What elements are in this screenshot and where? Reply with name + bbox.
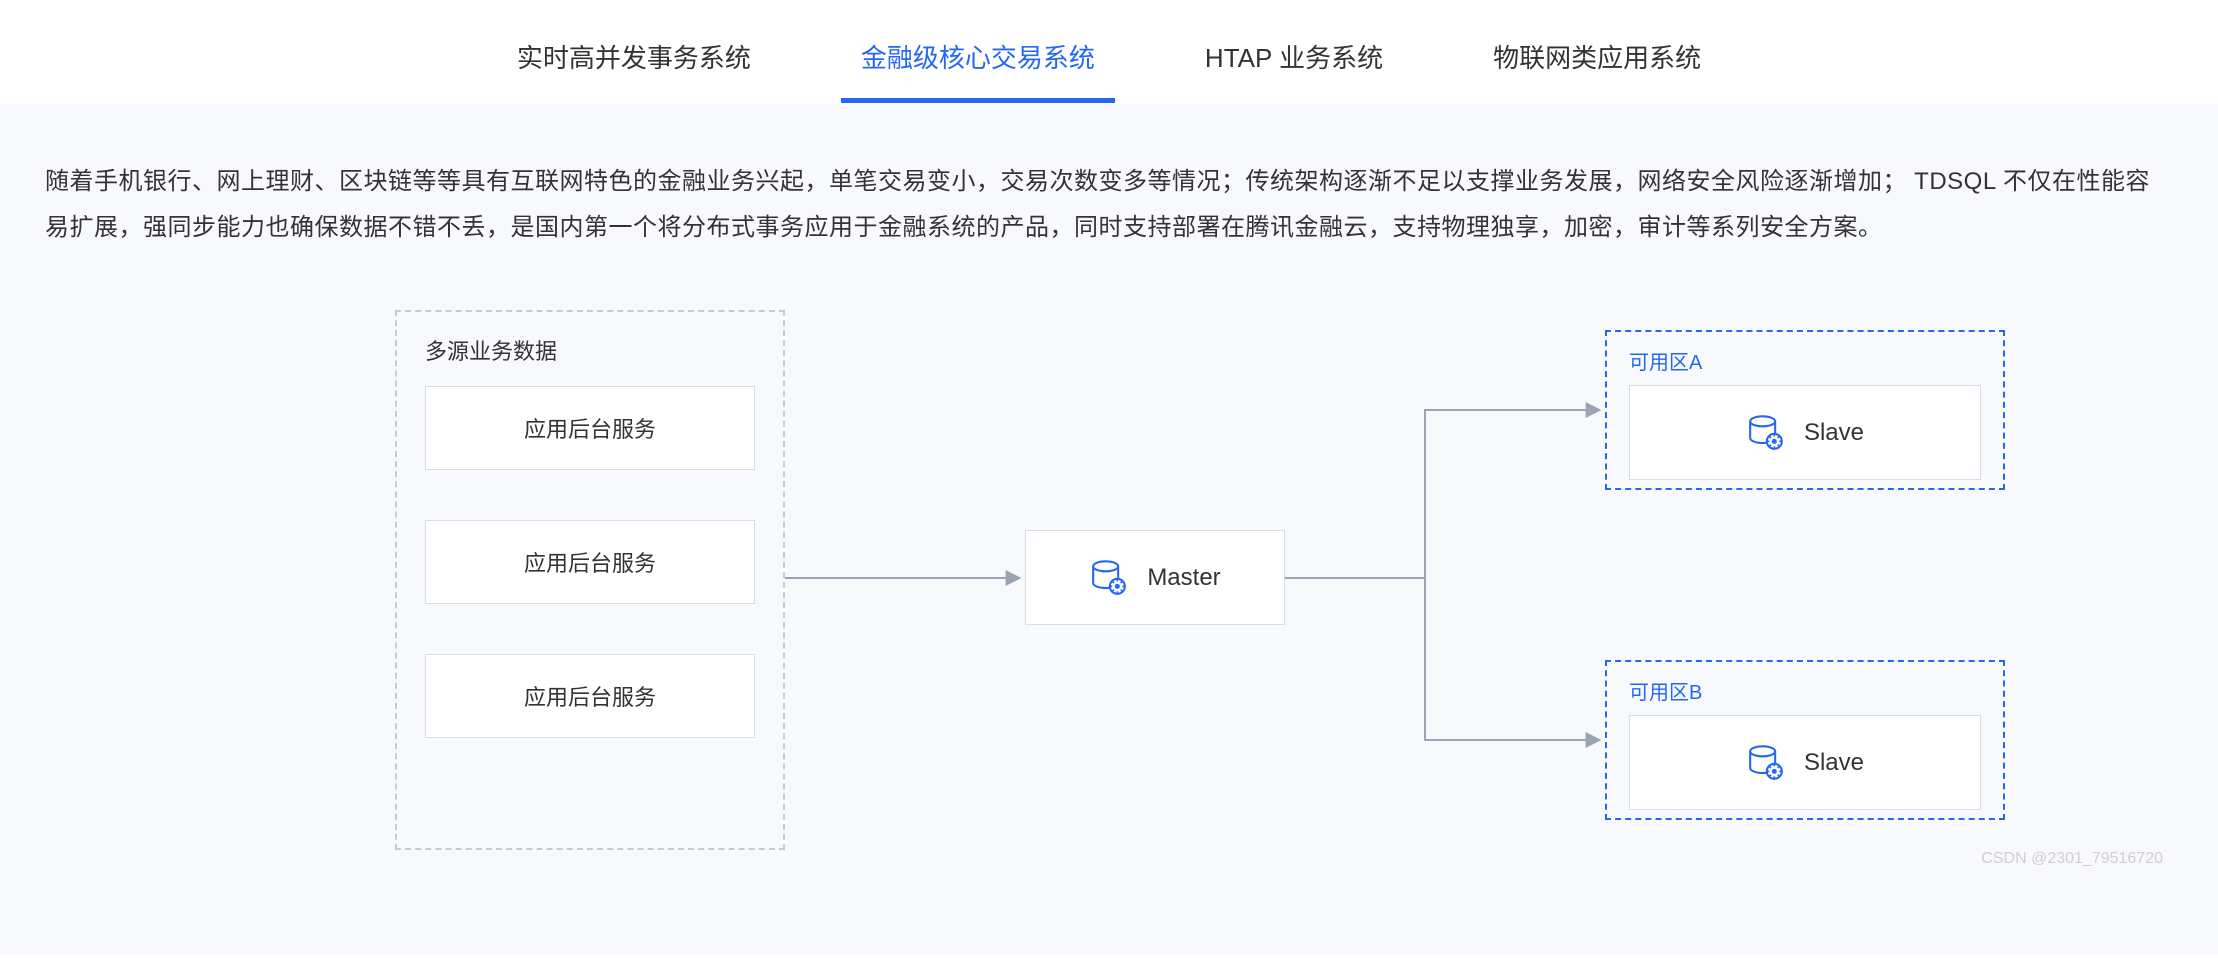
master-label: Master <box>1147 564 1220 592</box>
tab-realtime-high-concurrency[interactable]: 实时高并发事务系统 <box>507 20 761 103</box>
master-node: Master <box>1025 530 1285 625</box>
slave-node-b: Slave <box>1629 715 1981 810</box>
database-icon <box>1089 558 1129 598</box>
tab-financial-core-trading[interactable]: 金融级核心交易系统 <box>851 20 1105 103</box>
description-text: 随着手机银行、网上理财、区块链等等具有互联网特色的金融业务兴起，单笔交易变小，交… <box>45 159 2173 250</box>
tab-iot-application[interactable]: 物联网类应用系统 <box>1483 20 1711 103</box>
app-backend-service-1: 应用后台服务 <box>425 386 755 470</box>
slave-b-label: Slave <box>1804 749 1864 777</box>
slave-node-a: Slave <box>1629 385 1981 480</box>
availability-zone-b: 可用区B Sl <box>1605 660 2005 820</box>
tab-htap-business[interactable]: HTAP 业务系统 <box>1195 20 1393 103</box>
slave-a-label: Slave <box>1804 419 1864 447</box>
availability-zone-a: 可用区A Sl <box>1605 330 2005 490</box>
source-group-title: 多源业务数据 <box>425 334 755 366</box>
app-backend-service-3: 应用后台服务 <box>425 654 755 738</box>
watermark-text: CSDN @2301_79516720 <box>1981 850 2163 868</box>
architecture-diagram: 多源业务数据 应用后台服务 应用后台服务 应用后台服务 <box>45 310 2173 870</box>
database-icon <box>1746 413 1786 453</box>
zone-a-title: 可用区A <box>1629 346 1981 375</box>
app-backend-service-2: 应用后台服务 <box>425 520 755 604</box>
database-icon <box>1746 743 1786 783</box>
tab-bar: 实时高并发事务系统 金融级核心交易系统 HTAP 业务系统 物联网类应用系统 <box>0 0 2218 104</box>
content-panel: 随着手机银行、网上理财、区块链等等具有互联网特色的金融业务兴起，单笔交易变小，交… <box>0 104 2218 954</box>
source-business-data-group: 多源业务数据 应用后台服务 应用后台服务 应用后台服务 <box>395 310 785 850</box>
zone-b-title: 可用区B <box>1629 676 1981 705</box>
